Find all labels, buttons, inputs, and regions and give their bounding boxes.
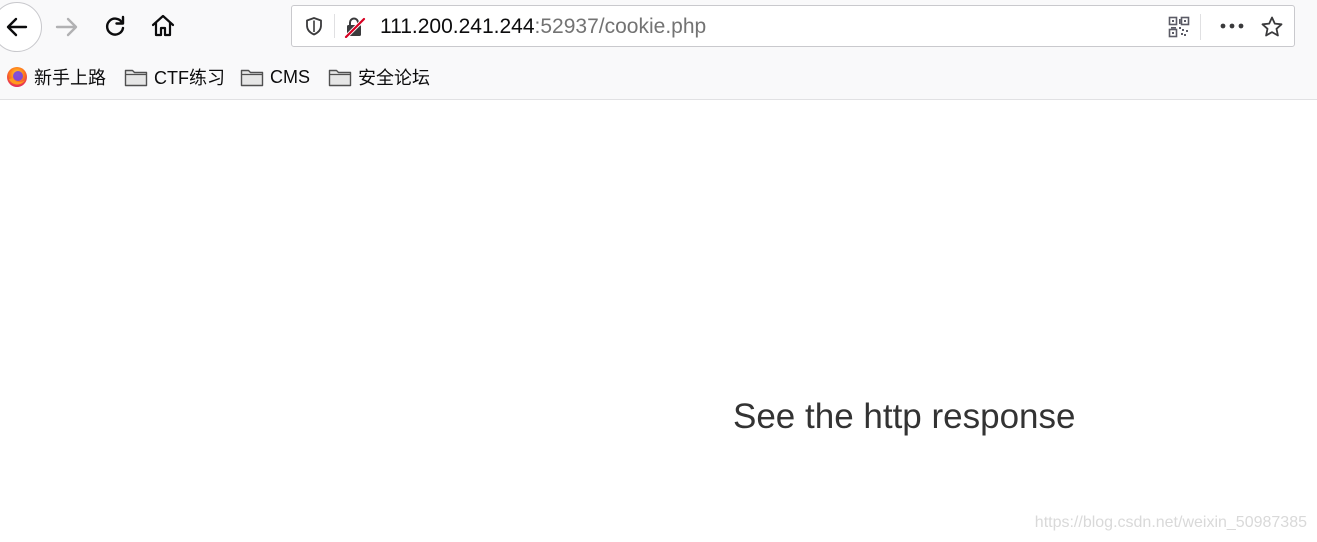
bookmark-getting-started[interactable]: 新手上路 (6, 65, 106, 89)
reload-button[interactable] (100, 12, 130, 42)
browser-window: 111.200.241.244:52937/cookie.php 新手上路 CT… (0, 0, 1317, 542)
bookmark-folder-security-forum[interactable]: 安全论坛 (328, 65, 430, 89)
bookmark-star-icon[interactable] (1260, 15, 1284, 39)
home-button[interactable] (148, 11, 178, 41)
bookmark-folder-cms[interactable]: CMS (240, 65, 310, 89)
insecure-lock-icon[interactable] (344, 16, 366, 38)
forward-button[interactable] (52, 12, 82, 42)
address-bar[interactable]: 111.200.241.244:52937/cookie.php (291, 5, 1295, 47)
bookmarks-toolbar: 新手上路 CTF练习 CMS 安全论坛 (0, 56, 1317, 100)
more-actions-icon[interactable] (1218, 18, 1246, 34)
page-content: See the http response https://blog.csdn.… (0, 100, 1317, 542)
urlbar-separator (334, 14, 335, 38)
url-host: 111.200.241.244 (380, 15, 535, 38)
arrow-left-icon (6, 17, 28, 37)
bookmark-folder-ctf[interactable]: CTF练习 (124, 65, 225, 89)
arrow-right-icon (55, 17, 78, 37)
folder-icon (240, 69, 264, 87)
qr-code-icon[interactable] (1168, 16, 1190, 38)
urlbar-separator (1200, 14, 1201, 40)
folder-icon (124, 69, 148, 87)
navigation-toolbar: 111.200.241.244:52937/cookie.php (0, 0, 1317, 56)
page-message: See the http response (733, 397, 1076, 436)
url-text[interactable]: 111.200.241.244:52937/cookie.php (380, 14, 706, 40)
back-button[interactable] (0, 2, 42, 52)
bookmark-label: CMS (270, 66, 310, 87)
bookmark-label: CTF练习 (154, 68, 225, 88)
watermark: https://blog.csdn.net/weixin_50987385 (1034, 514, 1307, 531)
shield-icon[interactable] (304, 16, 324, 36)
bookmark-label: 新手上路 (34, 68, 106, 88)
firefox-icon (7, 67, 27, 87)
bookmark-label: 安全论坛 (358, 68, 430, 88)
reload-icon (105, 15, 125, 36)
url-path: :52937/cookie.php (534, 15, 707, 38)
home-icon (151, 14, 175, 37)
folder-icon (328, 69, 352, 87)
